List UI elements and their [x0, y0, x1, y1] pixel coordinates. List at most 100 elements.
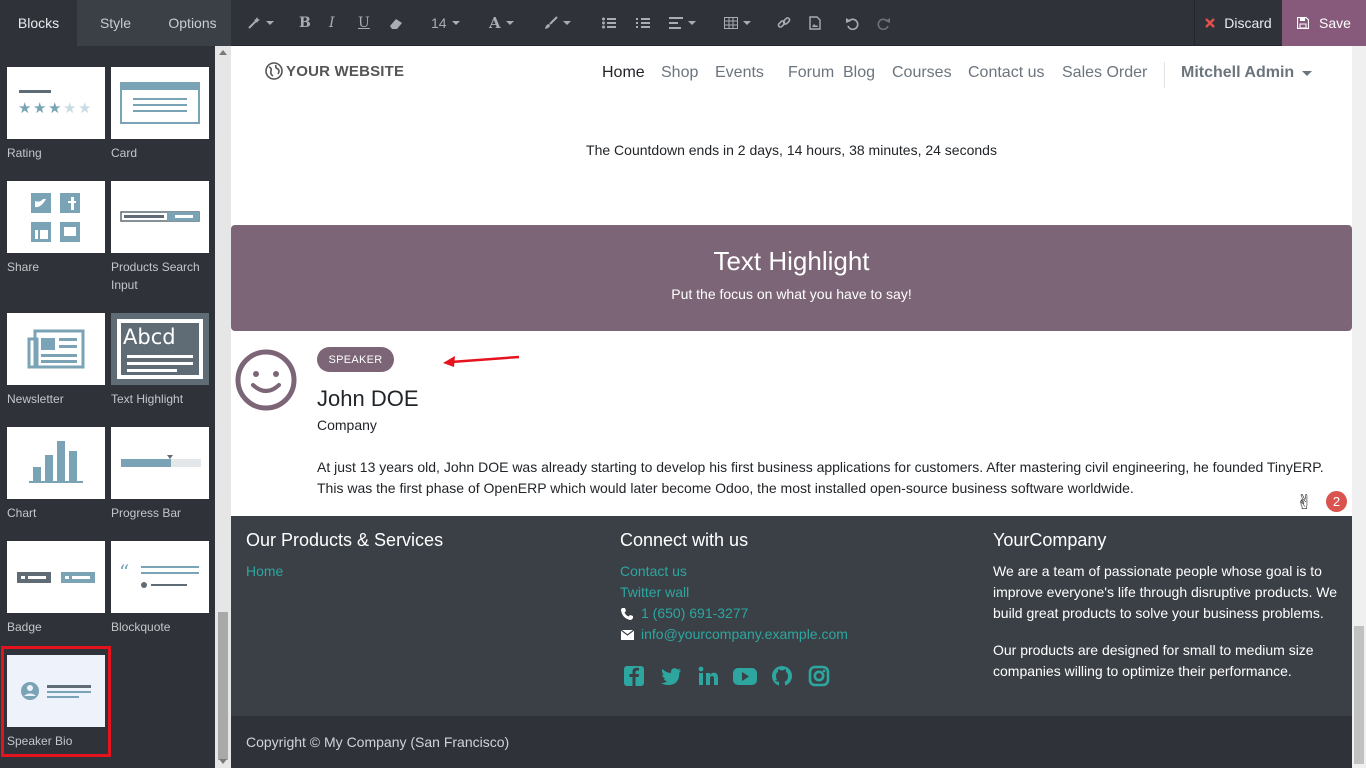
- magic-wand-dropdown[interactable]: [247, 0, 274, 46]
- globe-icon: [265, 62, 283, 80]
- phone-number: 1 (650) 691-3277: [641, 605, 749, 621]
- scroll-up-arrow[interactable]: [219, 50, 227, 55]
- svg-text:★: ★: [78, 99, 91, 117]
- page-scroll-thumb[interactable]: [1354, 626, 1364, 764]
- copyright-bar: Copyright © My Company (San Francisco): [231, 716, 1352, 768]
- snippet-blockquote[interactable]: “ Blockquote: [111, 541, 209, 636]
- save-label: Save: [1319, 15, 1351, 31]
- tab-blocks[interactable]: Blocks: [0, 0, 77, 46]
- floppy-disk-icon: [1297, 17, 1310, 29]
- nav-link-blog[interactable]: Blog: [843, 64, 875, 82]
- snippet-label: Blockquote: [111, 620, 171, 634]
- footer-column-connect: Connect with us Contact us Twitter wall …: [620, 530, 848, 645]
- snippet-card[interactable]: Card: [111, 67, 209, 162]
- snippet-chart[interactable]: Chart: [7, 427, 105, 522]
- copyright-text: Copyright © My Company (San Francisco): [246, 734, 510, 750]
- footer-heading: Connect with us: [620, 530, 749, 550]
- thumbnail-text: Abcd: [123, 325, 176, 349]
- underline-button[interactable]: U: [358, 0, 370, 46]
- footer-link-twitter-wall[interactable]: Twitter wall: [620, 582, 848, 603]
- svg-text:★: ★: [48, 99, 61, 117]
- snippet-newsletter[interactable]: Newsletter: [7, 313, 105, 408]
- facebook-icon[interactable]: [620, 662, 648, 690]
- sidebar-tabs: Blocks Style Options: [0, 0, 231, 46]
- nav-link-shop[interactable]: Shop: [661, 64, 698, 82]
- snippet-products-search-input[interactable]: Products Search Input: [111, 181, 209, 294]
- nav-link-home[interactable]: Home: [602, 64, 645, 82]
- media-button[interactable]: [809, 0, 821, 46]
- italic-button[interactable]: I: [329, 0, 335, 46]
- phone-icon: [620, 607, 634, 621]
- user-menu-dropdown[interactable]: Mitchell Admin: [1181, 64, 1313, 82]
- text-highlight-thumbnail: Abcd: [111, 313, 209, 385]
- sidebar-scrollbar[interactable]: [215, 46, 231, 768]
- highlight-title: Text Highlight: [713, 246, 870, 276]
- footer-email[interactable]: info@yourcompany.example.com: [620, 624, 848, 645]
- peace-hand-icon[interactable]: ✌: [1296, 490, 1313, 515]
- blockquote-thumbnail: “: [111, 541, 209, 613]
- snippet-label: Chart: [7, 506, 37, 520]
- table-icon: [724, 17, 738, 29]
- tab-options[interactable]: Options: [154, 0, 231, 46]
- background-color-dropdown[interactable]: [544, 0, 571, 46]
- snippet-label: Products Search Input: [111, 260, 200, 292]
- notification-badge[interactable]: 2: [1326, 491, 1347, 512]
- nav-divider: [1164, 62, 1165, 88]
- instagram-icon[interactable]: [805, 662, 833, 690]
- linkedin-icon[interactable]: [694, 662, 722, 690]
- footer-phone[interactable]: 1 (650) 691-3277: [620, 603, 848, 624]
- speaker-name: John DOE: [317, 386, 419, 411]
- redo-button[interactable]: [877, 0, 890, 46]
- footer-link-contact-us[interactable]: Contact us: [620, 561, 848, 582]
- discard-button[interactable]: Discard: [1194, 0, 1282, 46]
- list-ol-icon: [636, 18, 650, 28]
- link-icon: [777, 17, 791, 28]
- sidebar-scroll-thumb[interactable]: [218, 612, 228, 760]
- chart-thumbnail: [7, 427, 105, 499]
- link-button[interactable]: [777, 0, 791, 46]
- snippet-text-highlight[interactable]: Abcd Text Highlight: [111, 313, 209, 408]
- undo-icon: [846, 17, 859, 30]
- github-icon[interactable]: [768, 662, 796, 690]
- annotation-arrow: [443, 355, 520, 367]
- font-color-dropdown[interactable]: A: [489, 0, 514, 46]
- page-scrollbar[interactable]: [1352, 46, 1366, 768]
- nav-link-sales-order[interactable]: Sales Order: [1062, 64, 1147, 82]
- scroll-down-arrow[interactable]: [219, 759, 227, 764]
- snippets-sidebar: Blocks Style Options ★ ★ ★ ★ ★ Rating Ca…: [0, 0, 231, 768]
- unordered-list-button[interactable]: [602, 0, 616, 46]
- website-logo[interactable]: YOUR WEBSITE: [265, 62, 404, 80]
- table-dropdown[interactable]: [724, 0, 751, 46]
- annotation-highlight-box: [1, 646, 111, 757]
- twitter-icon[interactable]: [657, 662, 685, 690]
- snippet-rating[interactable]: ★ ★ ★ ★ ★ Rating: [7, 67, 105, 162]
- list-ul-icon: [602, 17, 616, 29]
- youtube-icon[interactable]: [731, 662, 759, 690]
- email-address: info@yourcompany.example.com: [641, 626, 848, 642]
- nav-link-contact-us[interactable]: Contact us: [968, 64, 1044, 82]
- newsletter-thumbnail: [7, 313, 105, 385]
- website-footer: Our Products & Services Home Connect wit…: [231, 516, 1352, 716]
- chevron-down-icon: [1302, 70, 1313, 76]
- editor-toolbar: B I U 14 A Discard Save: [231, 0, 1366, 46]
- close-icon: [1205, 18, 1216, 28]
- nav-link-forum[interactable]: Forum: [788, 64, 834, 82]
- bold-button[interactable]: B: [299, 0, 311, 46]
- align-dropdown[interactable]: [669, 0, 696, 46]
- save-button[interactable]: Save: [1282, 0, 1366, 46]
- tab-style[interactable]: Style: [77, 0, 154, 46]
- snippet-badge[interactable]: Badge: [7, 541, 105, 636]
- svg-text:★: ★: [33, 99, 46, 117]
- snippet-label: Rating: [7, 146, 42, 160]
- eraser-button[interactable]: [389, 0, 404, 46]
- snippet-share[interactable]: Share: [7, 181, 105, 276]
- undo-button[interactable]: [846, 0, 859, 46]
- nav-link-courses[interactable]: Courses: [892, 64, 952, 82]
- nav-link-events[interactable]: Events: [715, 64, 764, 82]
- snippet-progress-bar[interactable]: Progress Bar: [111, 427, 209, 522]
- website-navbar: YOUR WEBSITE Home Shop Events Forum Blog…: [231, 46, 1352, 102]
- font-size-dropdown[interactable]: 14: [431, 0, 460, 46]
- ordered-list-button[interactable]: [636, 0, 650, 46]
- footer-link-home[interactable]: Home: [246, 561, 443, 582]
- align-left-icon: [669, 17, 683, 29]
